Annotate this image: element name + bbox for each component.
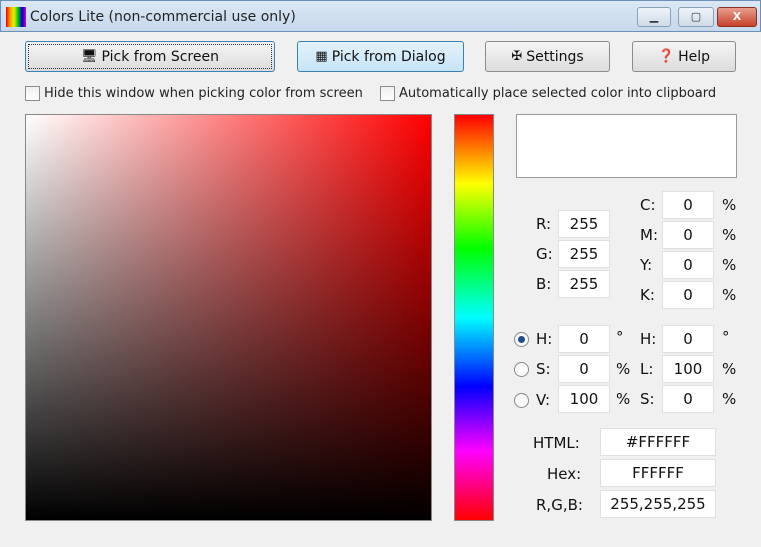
saturation-value-picker[interactable] [25, 114, 432, 521]
title-bar: Colors Lite (non-commercial use only) ▁ … [0, 0, 761, 32]
hsv-s-unit: % [616, 360, 631, 378]
c-unit: % [722, 196, 737, 214]
settings-button[interactable]: ✠ Settings [485, 41, 610, 72]
k-label: K: [640, 286, 655, 304]
hex-field[interactable]: FFFFFF [600, 459, 716, 487]
hsv-v-unit: % [616, 390, 631, 408]
r-label: R: [536, 215, 552, 233]
hsl-s-label: S: [640, 390, 655, 408]
m-field[interactable]: 0 [662, 221, 714, 249]
hsv-h-radio[interactable] [514, 332, 529, 347]
hue-slider[interactable] [454, 114, 494, 521]
hsv-s-label: S: [536, 360, 551, 378]
hsl-l-label: L: [640, 360, 654, 378]
hsv-v-radio[interactable] [514, 393, 529, 408]
minimize-button[interactable]: ▁ [637, 7, 671, 27]
hide-window-checkbox[interactable]: Hide this window when picking color from… [25, 86, 363, 101]
pick-from-dialog-button[interactable]: ▦ Pick from Dialog [297, 41, 464, 72]
hsl-h-unit: ° [722, 328, 730, 346]
window-title: Colors Lite (non-commercial use only) [30, 9, 296, 25]
pick-from-dialog-label: Pick from Dialog [331, 48, 446, 65]
hsv-h-field[interactable]: 0 [558, 325, 610, 353]
close-button[interactable]: X [717, 7, 757, 27]
hsl-l-unit: % [722, 360, 737, 378]
g-field[interactable]: 255 [558, 240, 610, 268]
k-unit: % [722, 286, 737, 304]
html-field[interactable]: #FFFFFF [600, 428, 716, 456]
monitor-icon: 🖥 [81, 49, 98, 64]
y-label: Y: [640, 256, 653, 274]
hsl-h-label: H: [640, 330, 657, 348]
hsv-s-radio[interactable] [514, 362, 529, 377]
r-field[interactable]: 255 [558, 210, 610, 238]
rgb-field[interactable]: 255,255,255 [600, 490, 716, 518]
hide-window-label: Hide this window when picking color from… [44, 86, 363, 101]
html-label: HTML: [533, 434, 580, 452]
maximize-button[interactable]: ▢ [678, 7, 714, 27]
hsl-s-unit: % [722, 390, 737, 408]
hsl-h-field[interactable]: 0 [662, 325, 714, 353]
hsv-s-field[interactable]: 0 [558, 355, 610, 383]
help-button[interactable]: ❓ Help [632, 41, 736, 72]
pick-from-screen-button[interactable]: 🖥 Pick from Screen [25, 41, 275, 72]
m-unit: % [722, 226, 737, 244]
b-field[interactable]: 255 [558, 270, 610, 298]
c-label: C: [640, 196, 656, 214]
k-field[interactable]: 0 [662, 281, 714, 309]
app-logo-icon [6, 7, 26, 27]
auto-clipboard-label: Automatically place selected color into … [399, 86, 717, 101]
hsv-h-label: H: [536, 330, 553, 348]
help-icon: ❓ [657, 49, 675, 64]
rgb-label: R,G,B: [536, 496, 583, 514]
g-label: G: [536, 245, 553, 263]
help-label: Help [678, 48, 711, 65]
hsv-v-label: V: [536, 391, 551, 409]
settings-label: Settings [526, 48, 584, 65]
b-label: B: [536, 275, 552, 293]
tools-icon: ✠ [511, 49, 523, 64]
c-field[interactable]: 0 [662, 191, 714, 219]
auto-clipboard-checkbox[interactable]: Automatically place selected color into … [380, 86, 716, 101]
color-preview [516, 114, 737, 178]
hsv-h-unit: ° [616, 328, 624, 346]
m-label: M: [640, 226, 658, 244]
y-unit: % [722, 256, 737, 274]
y-field[interactable]: 0 [662, 251, 714, 279]
hex-label: Hex: [547, 465, 582, 483]
hsl-s-field[interactable]: 0 [662, 385, 714, 413]
checkbox-box[interactable] [380, 86, 395, 101]
hsl-l-field[interactable]: 100 [662, 355, 714, 383]
pick-from-screen-label: Pick from Screen [101, 48, 219, 65]
checkbox-box[interactable] [25, 86, 40, 101]
palette-icon: ▦ [315, 49, 328, 64]
hsv-v-field[interactable]: 100 [558, 385, 610, 413]
